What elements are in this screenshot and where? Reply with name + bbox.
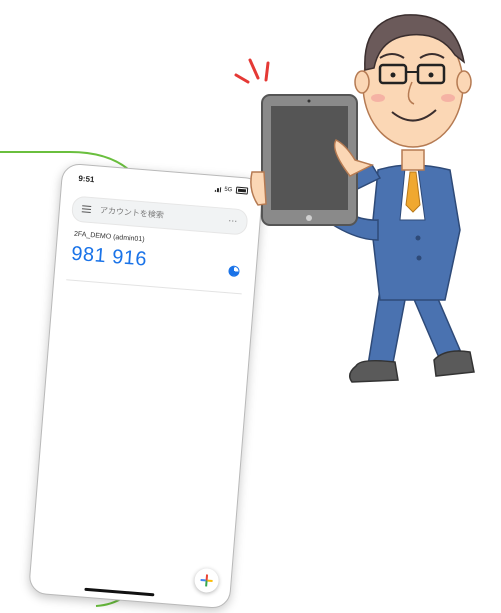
alert-lines-icon: [234, 58, 270, 84]
scene: 9:51 5G アカウントを検索 ... 2FA_DEMO (admin01) …: [0, 0, 501, 613]
businessman-illustration: [234, 14, 475, 383]
